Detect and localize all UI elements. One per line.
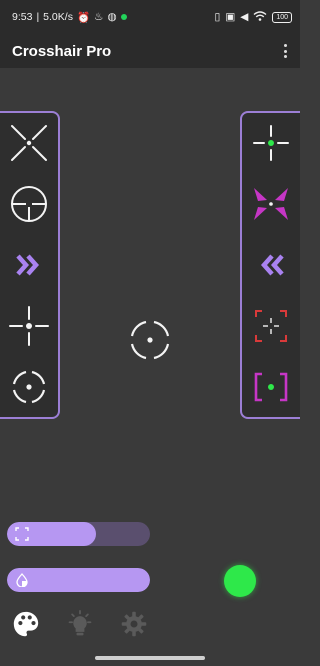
wifi-icon	[253, 10, 267, 24]
app-title: Crosshair Pro	[12, 42, 112, 60]
status-speed: 5.0K/s	[43, 11, 73, 23]
left-crosshair-panel	[0, 111, 60, 419]
lightbulb-icon[interactable]	[64, 608, 96, 640]
alarm-icon: ⏰	[76, 11, 91, 24]
x-crosshair-icon[interactable]	[5, 119, 53, 167]
scope-crosshair-icon[interactable]	[5, 180, 53, 228]
navigation-handle[interactable]	[95, 656, 205, 660]
right-crosshair-panel	[240, 111, 300, 419]
settings-gear-icon[interactable]	[118, 608, 150, 640]
status-bar: 9:53 | 5.0K/s ⏰ ♨ ◍ ▯ ▣ ◀ 100	[0, 0, 300, 34]
opacity-slider[interactable]	[7, 568, 150, 592]
crosshair-color-button[interactable]	[224, 565, 256, 597]
chevron-double-left-icon[interactable]	[247, 241, 295, 289]
status-left: 9:53 | 5.0K/s ⏰ ♨ ◍	[12, 11, 127, 24]
status-right: ▯ ▣ ◀ 100	[214, 10, 292, 24]
red-bracket-crosshair-icon[interactable]	[247, 302, 295, 350]
status-time: 9:53	[12, 11, 33, 23]
app-notification-icon: ◍	[107, 11, 117, 23]
size-slider[interactable]	[7, 522, 150, 546]
status-divider: |	[36, 11, 40, 23]
notification-icon: ♨	[94, 11, 104, 23]
crosshair-preview[interactable]	[126, 316, 174, 364]
battery-icon: 100	[272, 11, 292, 23]
circle-dot-crosshair-icon[interactable]	[5, 363, 53, 411]
opacity-drop-icon	[16, 573, 28, 587]
chevron-double-right-icon[interactable]	[5, 241, 53, 289]
more-options-icon[interactable]	[280, 42, 290, 60]
green-dot-cross-crosshair-icon[interactable]	[247, 119, 295, 167]
vibrate-icon: ▯	[214, 11, 221, 23]
plus-dot-crosshair-icon[interactable]	[5, 302, 53, 350]
magenta-bracket-crosshair-icon[interactable]	[247, 363, 295, 411]
palette-icon[interactable]	[10, 608, 42, 640]
expand-icon	[15, 527, 29, 541]
magenta-x-crosshair-icon[interactable]	[247, 180, 295, 228]
green-dot-icon	[120, 14, 127, 20]
volume-icon: ◀	[240, 11, 249, 23]
cast-icon: ▣	[225, 11, 236, 23]
bottom-toolbar	[10, 608, 150, 640]
app-bar: Crosshair Pro	[0, 34, 300, 68]
